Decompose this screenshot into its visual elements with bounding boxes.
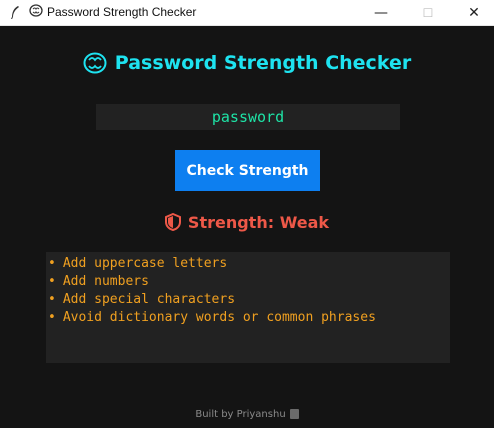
- book-icon: [289, 409, 299, 419]
- footer-text: Built by Priyanshu: [195, 408, 286, 420]
- password-input[interactable]: [96, 104, 400, 130]
- feather-icon: [10, 5, 20, 22]
- brain-icon: [83, 52, 107, 74]
- close-button[interactable]: ✕: [451, 0, 494, 26]
- window-titlebar: Password Strength Checker — ☐ ✕: [0, 0, 494, 26]
- heading-text: Password Strength Checker: [114, 52, 412, 74]
- strength-text: Strength: Weak: [187, 212, 330, 232]
- strength-result: Strength: Weak: [0, 209, 494, 235]
- check-strength-button[interactable]: Check Strength: [175, 150, 320, 191]
- list-item: Add uppercase letters: [48, 255, 450, 273]
- app-heading: Password Strength Checker: [0, 47, 494, 79]
- footer: Built by Priyanshu: [0, 405, 494, 423]
- suggestions-list: Add uppercase letters Add numbers Add sp…: [46, 252, 450, 363]
- list-item: Add special characters: [48, 291, 450, 309]
- list-item: Add numbers: [48, 273, 450, 291]
- window-title: Password Strength Checker: [47, 5, 197, 19]
- brain-icon: [29, 4, 43, 21]
- maximize-button[interactable]: ☐: [405, 0, 451, 26]
- list-item: Avoid dictionary words or common phrases: [48, 309, 450, 327]
- shield-icon: [164, 213, 181, 231]
- minimize-button[interactable]: —: [358, 0, 404, 26]
